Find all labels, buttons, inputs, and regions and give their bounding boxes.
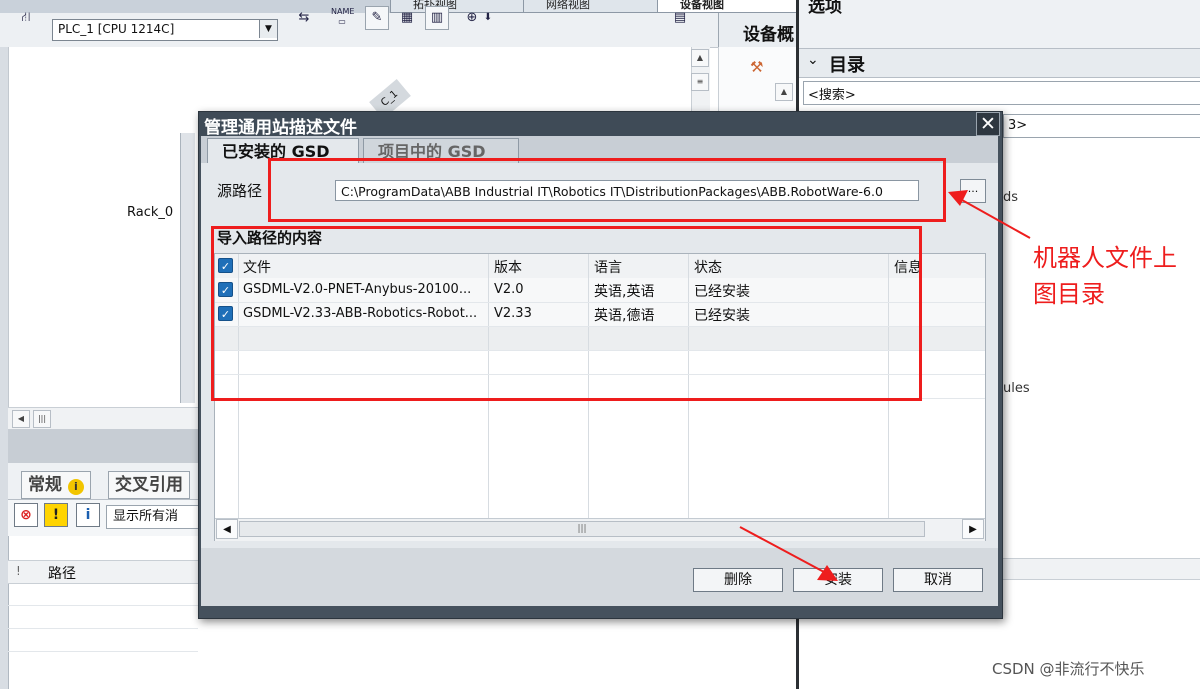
dialog-title: 管理通用站描述文件 [204,118,357,138]
table-row-divider [8,628,198,629]
rack-graphic[interactable] [180,133,195,403]
inspector-spacer [8,429,198,463]
tab-label: 交叉引用 [115,475,183,495]
catalog-title: 目录 [829,55,865,76]
download-icon[interactable]: ⬇ [480,6,496,30]
scroll-right-icon[interactable]: ▶ [962,519,984,539]
table-row-divider [8,651,198,652]
watermark: CSDN @非流行不快乐 [992,660,1145,678]
device-select[interactable]: PLC_1 [CPU 1214C] ▼ [52,19,278,41]
tab-network-view[interactable]: 网络视图 [523,0,675,13]
scroll-thumb-icon[interactable]: ||| [33,410,51,428]
close-icon[interactable]: ✕ [976,112,1000,136]
info-panel-header [1003,558,1200,580]
name-icon[interactable]: NAME ▭ [330,6,354,30]
scroll-menu-icon[interactable]: ≡ [691,73,709,91]
info-filter-icon[interactable]: i [76,503,100,527]
show-all-messages-select[interactable]: 显示所有消 [106,505,209,529]
device-select-value: PLC_1 [CPU 1214C] [58,22,175,36]
cancel-button[interactable]: 取消 [893,568,983,592]
scroll-left-icon[interactable]: ◀ [216,519,238,539]
annotation-line-1: 机器人文件上 [1033,244,1177,272]
tab-label: 网络视图 [546,0,590,11]
source-path-label: 源路径 [217,182,263,200]
grid-icon[interactable]: ▦ [395,6,419,30]
scroll-thumb[interactable]: ||| [239,521,925,537]
overview-scroll-up-icon[interactable]: ▲ [775,83,793,101]
catalog-filter-field[interactable]: 3> [1003,114,1200,138]
options-header [799,0,1200,49]
info-icon: i [67,479,84,495]
table-icon[interactable]: ▥ [425,6,449,30]
annotation-text: 机器人文件上 图目录 [1033,240,1177,312]
chevron-down-icon: ⌄ [807,52,819,68]
install-button[interactable]: 安装 [793,568,883,592]
search-placeholder: <搜索> [808,88,856,103]
options-label: 选项 [808,0,842,17]
tab-cross-reference[interactable]: 交叉引用 [108,471,190,499]
browse-button[interactable]: ... [960,179,986,203]
pencil-icon[interactable]: ✎ [365,6,389,30]
marker-column-header: ! [16,564,21,578]
table-row-divider [8,605,198,606]
delete-button[interactable]: 删除 [693,568,783,592]
tools-icon[interactable]: ⚒ [750,58,763,76]
rack-label: Rack_0 [127,205,174,220]
catalog-item-ds[interactable]: ds [1003,190,1018,205]
tab-label: 常规 [28,475,62,495]
network-icon[interactable]: ⇆ [292,6,316,30]
panel-icon[interactable]: ▤ [668,6,692,30]
warning-filter-icon[interactable]: ! [44,503,68,527]
annotation-line-2: 图目录 [1033,280,1105,308]
tab-general[interactable]: 常规 i [21,471,91,499]
annotation-box-source-path [268,158,946,222]
scroll-up-icon[interactable]: ▲ [691,49,709,67]
chevron-down-icon: ▼ [259,20,277,38]
path-column-header: 路径 [48,566,76,582]
catalog-search-input[interactable]: <搜索> [803,81,1200,105]
device-icon[interactable]: ⛙ [14,6,38,30]
scroll-left-icon[interactable]: ◀ [12,410,30,428]
catalog-item-modules[interactable]: ules [1003,381,1030,396]
error-filter-icon[interactable]: ⊗ [14,503,38,527]
catalog-header[interactable]: ⌄ 目录 [799,49,1200,78]
device-overview-label: 设备概 [743,25,794,45]
messages-table-header: ! 路径 [8,560,198,584]
annotation-box-file-list [211,226,922,401]
